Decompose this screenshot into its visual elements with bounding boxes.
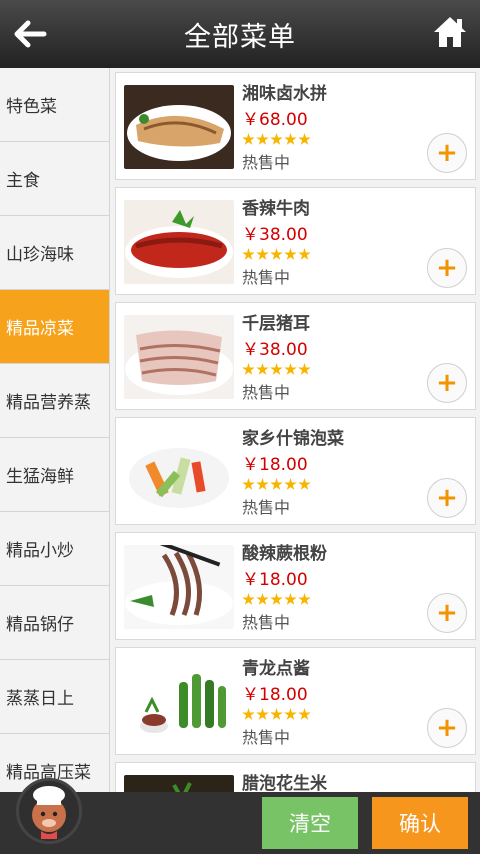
arrow-left-icon: [14, 20, 47, 48]
dish-name: 青龙点酱: [242, 659, 310, 679]
dish-name: 腊泡花生米: [242, 774, 327, 792]
sidebar-item[interactable]: 生猛海鲜: [0, 438, 109, 512]
home-icon: [434, 17, 466, 47]
sidebar-item[interactable]: 特色菜: [0, 68, 109, 142]
star-icon: [270, 478, 283, 490]
star-icon: [256, 593, 269, 605]
star-icon: [242, 248, 255, 260]
confirm-button[interactable]: 确认: [372, 797, 468, 849]
sidebar-item[interactable]: 精品锅仔: [0, 586, 109, 660]
dish-image[interactable]: [124, 545, 234, 629]
star-icon: [256, 708, 269, 720]
dish-name: 家乡什锦泡菜: [242, 429, 344, 449]
sidebar-item[interactable]: 精品小炒: [0, 512, 109, 586]
add-to-cart-button[interactable]: +: [427, 133, 467, 173]
dish-status: 热售中: [242, 728, 291, 747]
dish-card[interactable]: 千层猪耳 ￥38.00 热售中 +: [115, 302, 476, 410]
dish-image[interactable]: [124, 200, 234, 284]
dish-status: 热售中: [242, 153, 291, 172]
dish-price: ￥38.00: [242, 225, 308, 245]
rating-stars: [242, 593, 312, 606]
star-icon: [270, 363, 283, 375]
dish-status: 热售中: [242, 613, 291, 632]
header-bar: 全部菜单: [0, 0, 480, 68]
dish-card[interactable]: 家乡什锦泡菜 ￥18.00 热售中 +: [115, 417, 476, 525]
star-icon: [298, 593, 311, 605]
star-icon: [270, 708, 283, 720]
sidebar-item[interactable]: 蒸蒸日上: [0, 660, 109, 734]
dish-card[interactable]: 湘味卤水拼 ￥68.00 热售中 +: [115, 72, 476, 180]
dish-price: ￥18.00: [242, 685, 308, 705]
star-icon: [256, 478, 269, 490]
star-icon: [298, 133, 311, 145]
star-icon: [284, 363, 297, 375]
star-icon: [298, 248, 311, 260]
dish-name: 湘味卤水拼: [242, 84, 327, 104]
dish-price: ￥18.00: [242, 455, 308, 475]
rating-stars: [242, 708, 312, 721]
dish-name: 香辣牛肉: [242, 199, 310, 219]
page-title: 全部菜单: [184, 21, 296, 53]
dish-status: 热售中: [242, 498, 291, 517]
dish-price: ￥18.00: [242, 570, 308, 590]
star-icon: [270, 133, 283, 145]
home-button[interactable]: [432, 14, 468, 50]
star-icon: [284, 248, 297, 260]
dish-image[interactable]: [124, 85, 234, 169]
dish-list: 湘味卤水拼 ￥68.00 热售中 + 香辣牛肉 ￥38.00 热售中 + 千层猪耳 ￥38.00 热…: [115, 72, 476, 792]
star-icon: [298, 708, 311, 720]
star-icon: [284, 708, 297, 720]
dish-name: 酸辣蕨根粉: [242, 544, 327, 564]
dish-card[interactable]: 腊泡花生米￥18.00热售中+: [115, 762, 476, 792]
star-icon: [284, 478, 297, 490]
sidebar-item[interactable]: 精品凉菜: [0, 290, 109, 364]
chef-avatar-icon[interactable]: [16, 778, 82, 844]
star-icon: [256, 133, 269, 145]
star-icon: [298, 363, 311, 375]
rating-stars: [242, 363, 312, 376]
add-to-cart-button[interactable]: +: [427, 478, 467, 518]
sidebar-item[interactable]: 山珍海味: [0, 216, 109, 290]
dish-card[interactable]: 香辣牛肉 ￥38.00 热售中 +: [115, 187, 476, 295]
dish-price: ￥68.00: [242, 110, 308, 130]
rating-stars: [242, 133, 312, 146]
star-icon: [256, 248, 269, 260]
star-icon: [270, 248, 283, 260]
dish-image[interactable]: [124, 315, 234, 399]
star-icon: [284, 593, 297, 605]
star-icon: [242, 478, 255, 490]
dish-image[interactable]: [124, 430, 234, 514]
clear-button[interactable]: 清空: [262, 797, 358, 849]
star-icon: [256, 363, 269, 375]
dish-card[interactable]: 青龙点酱 ￥18.00 热售中 +: [115, 647, 476, 755]
star-icon: [284, 133, 297, 145]
dish-status: 热售中: [242, 268, 291, 287]
rating-stars: [242, 478, 312, 491]
star-icon: [242, 363, 255, 375]
back-button[interactable]: [10, 14, 50, 54]
rating-stars: [242, 248, 312, 261]
add-to-cart-button[interactable]: +: [427, 248, 467, 288]
dish-price: ￥38.00: [242, 340, 308, 360]
star-icon: [298, 478, 311, 490]
add-to-cart-button[interactable]: +: [427, 593, 467, 633]
star-icon: [242, 133, 255, 145]
sidebar-item[interactable]: 精品营养蒸: [0, 364, 109, 438]
add-to-cart-button[interactable]: +: [427, 363, 467, 403]
category-sidebar: 特色菜 主食 山珍海味 精品凉菜 精品营养蒸 生猛海鲜 精品小炒 精品锅仔 蒸蒸日上 精品高压菜: [0, 68, 110, 792]
sidebar-item[interactable]: 主食: [0, 142, 109, 216]
star-icon: [242, 593, 255, 605]
add-to-cart-button[interactable]: +: [427, 708, 467, 748]
dish-image[interactable]: [124, 775, 234, 792]
dish-card[interactable]: 酸辣蕨根粉 ￥18.00 热售中 +: [115, 532, 476, 640]
dish-status: 热售中: [242, 383, 291, 402]
dish-image[interactable]: [124, 660, 234, 744]
star-icon: [242, 708, 255, 720]
dish-name: 千层猪耳: [242, 314, 310, 334]
star-icon: [270, 593, 283, 605]
